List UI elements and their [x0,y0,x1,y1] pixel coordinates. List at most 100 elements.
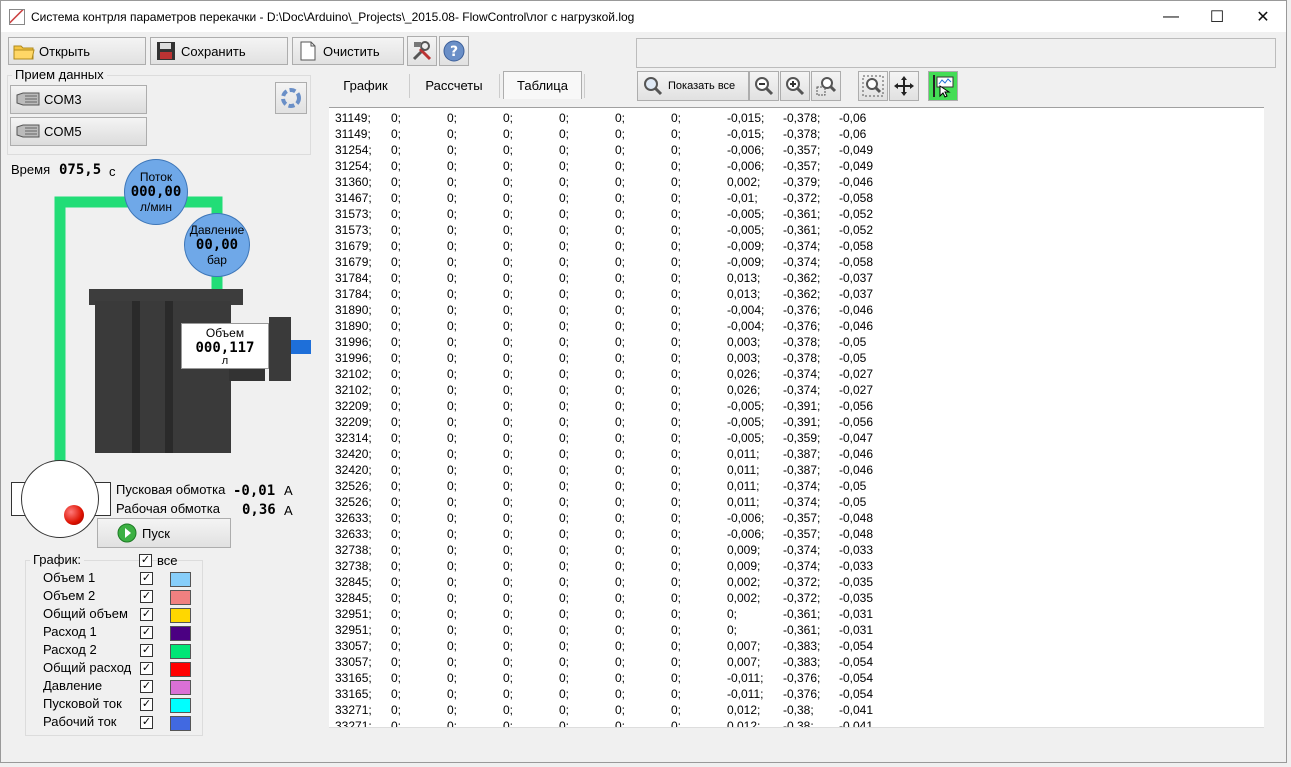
legend-item-color-swatch[interactable] [170,626,191,641]
table-cell: 0; [391,591,402,605]
table-cell: 0; [447,511,458,525]
table-cell: 0; [559,639,570,653]
maximize-button[interactable]: ☐ [1194,1,1240,32]
help-button[interactable]: ? [439,36,469,66]
zoom-out-icon [755,77,774,96]
legend-item-checkbox[interactable]: ✓ [140,626,153,639]
legend-item-checkbox[interactable]: ✓ [140,698,153,711]
data-table[interactable]: 31149; 0; 0; 0; 0; 0; 0; -0,015; -0,378; -0,06 311… [329,107,1264,727]
table-row: 32845; 0; 0; 0; 0; 0; 0; 0,002; -0,372; -0,035 [329,591,929,607]
tab-calculations[interactable]: Рассчеты [409,71,499,99]
table-row: 32845; 0; 0; 0; 0; 0; 0; 0,002; -0,372; -0,035 [329,575,929,591]
table-cell: 32738; [335,543,372,557]
legend-item-checkbox[interactable]: ✓ [140,662,153,675]
table-cell: 0; [671,431,682,445]
com3-button[interactable]: COM3 [10,85,147,114]
table-row: 33165; 0; 0; 0; 0; 0; 0; -0,011; -0,376; -0,054 [329,687,929,703]
com5-button[interactable]: COM5 [10,117,147,146]
table-cell: 32738; [335,559,372,573]
table-cell: 0; [615,687,626,701]
legend-item-checkbox[interactable]: ✓ [140,572,153,585]
legend-item-label: Объем 2 [43,588,96,603]
pressure-value: 00,00 [195,237,239,253]
legend-item-checkbox[interactable]: ✓ [140,716,153,729]
tab-table[interactable]: Таблица [503,71,582,99]
table-cell: 0; [671,655,682,669]
zoom-out-button[interactable] [749,71,779,101]
table-cell: 0; [391,447,402,461]
refresh-ports-button[interactable] [275,82,307,114]
legend-item-color-swatch[interactable] [170,608,191,623]
minimize-button[interactable]: — [1148,1,1194,32]
table-cell: 0; [447,687,458,701]
table-cell: -0,05 [839,351,867,365]
table-cell: 0; [671,367,682,381]
legend-item-checkbox[interactable]: ✓ [140,590,153,603]
table-cell: 0; [671,623,682,637]
legend-item-color-swatch[interactable] [170,716,191,731]
table-cell: -0,004; [727,303,765,317]
all-checkbox[interactable]: ✓ [139,554,152,567]
table-cell: -0,391; [783,399,821,413]
table-cell: 0; [615,479,626,493]
table-cell: -0,357; [783,527,821,541]
cursor-mode-button[interactable] [928,71,958,101]
table-cell: 0; [671,239,682,253]
zoom-region-button[interactable] [811,71,841,101]
legend-item-checkbox[interactable]: ✓ [140,608,153,621]
legend-item-color-swatch[interactable] [170,572,191,587]
pan-button[interactable] [889,71,919,101]
table-cell: 0; [615,399,626,413]
legend-item-color-swatch[interactable] [170,644,191,659]
table-cell: 0; [447,575,458,589]
table-cell: -0,054 [839,687,874,701]
table-cell: 0; [447,479,458,493]
tab-chart[interactable]: График [332,71,399,99]
table-cell: 31679; [335,255,372,269]
legend-item-checkbox[interactable]: ✓ [140,680,153,693]
zoom-select-button[interactable] [858,71,888,101]
table-cell: 0; [391,687,402,701]
save-button[interactable]: Сохранить [150,37,288,65]
table-cell: 31254; [335,159,372,173]
table-cell: -0,011; [727,671,764,685]
table-cell: 0; [447,223,458,237]
table-cell: 0; [559,703,570,717]
legend-item-color-swatch[interactable] [170,590,191,605]
table-cell: 0; [559,383,570,397]
open-button[interactable]: Открыть [8,37,146,65]
show-all-button[interactable]: Показать все [637,71,749,101]
table-cell: 0; [615,671,626,685]
table-cell: 0; [447,367,458,381]
volume-value: 000,117 [195,339,255,356]
start-button[interactable]: Пуск [97,518,231,548]
table-cell: 0; [615,127,626,141]
table-cell: 0; [559,191,570,205]
table-cell: 0; [447,383,458,397]
blank-page-icon [297,41,319,61]
table-cell: 0; [615,271,626,285]
table-cell: -0,379; [783,175,821,189]
table-cell: 0; [503,223,514,237]
table-cell: -0,38; [783,719,814,727]
show-all-label: Показать все [668,80,736,92]
table-cell: 32526; [335,495,372,509]
table-cell: 0; [559,303,570,317]
table-row: 31360; 0; 0; 0; 0; 0; 0; 0,002; -0,379; -0,046 [329,175,929,191]
table-cell: 0; [671,719,682,727]
legend-item-color-swatch[interactable] [170,662,191,677]
table-cell: 0; [615,351,626,365]
clear-button[interactable]: Очистить [292,37,404,65]
table-cell: -0,054 [839,655,874,669]
receive-data-title: Прием данных [12,67,107,82]
table-cell: 0; [615,655,626,669]
settings-tools-button[interactable] [407,36,437,66]
table-cell: 0; [615,207,626,221]
zoom-in-button[interactable] [780,71,810,101]
legend-item-checkbox[interactable]: ✓ [140,644,153,657]
table-cell: 0; [559,367,570,381]
legend-item-color-swatch[interactable] [170,698,191,713]
legend-item-color-swatch[interactable] [170,680,191,695]
close-button[interactable]: ✕ [1240,1,1286,32]
table-cell: 0; [671,223,682,237]
